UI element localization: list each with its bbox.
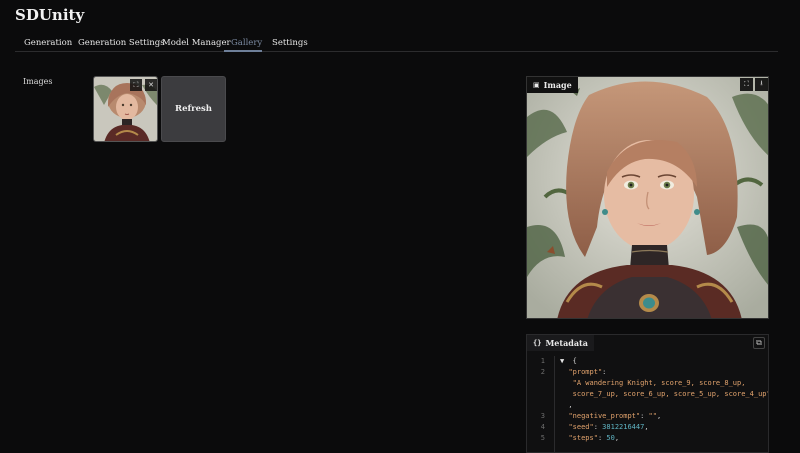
tab-settings[interactable]: Settings	[272, 38, 308, 48]
images-label: Images	[23, 77, 53, 86]
tab-generation[interactable]: Generation	[24, 38, 72, 48]
gallery-thumbnail[interactable]: ⛶ ✕	[93, 76, 158, 142]
json-prompt-line: "A wandering Knight, score_9, score_8_up…	[560, 379, 746, 387]
tab-generation-settings[interactable]: Generation Settings	[78, 38, 165, 48]
fullscreen-icon[interactable]: ⛶	[130, 79, 142, 91]
copy-icon[interactable]: ⧉	[753, 337, 765, 349]
image-panel-label: ▣ Image	[527, 77, 578, 93]
line-number-gutter: 1 2 3 4 5	[527, 356, 551, 444]
line-number: 3	[540, 412, 545, 420]
json-seed-value: 3812216447	[602, 423, 645, 431]
json-prompt-line: score_7_up, score_6_up, score_5_up, scor…	[560, 390, 769, 398]
main-tabs: Generation Generation Settings Model Man…	[15, 36, 778, 52]
gutter-divider	[554, 356, 555, 452]
code-braces-icon: {}	[533, 339, 542, 347]
metadata-panel-label: {} Metadata	[527, 335, 594, 351]
json-steps-value: 50	[606, 434, 615, 442]
tab-gallery[interactable]: Gallery	[231, 38, 262, 48]
json-source: ▼ { "prompt": "A wandering Knight, score…	[560, 357, 769, 442]
metadata-panel-title: Metadata	[545, 338, 588, 348]
json-negative-prompt-value: ""	[648, 412, 657, 420]
image-icon: ▣	[533, 81, 540, 89]
refresh-button[interactable]: Refresh	[161, 76, 226, 142]
line-number: 5	[540, 434, 545, 442]
line-number	[527, 400, 551, 411]
fullscreen-icon[interactable]: ⛶	[740, 78, 753, 91]
app-title: SDUnity	[15, 6, 85, 24]
line-number: 2	[540, 368, 545, 376]
line-number	[527, 378, 551, 389]
download-icon[interactable]: ⭳	[755, 78, 768, 91]
line-number	[527, 389, 551, 400]
image-panel-title: Image	[543, 80, 572, 90]
close-icon[interactable]: ✕	[145, 79, 157, 91]
line-number: 4	[540, 423, 545, 431]
line-number: 1	[540, 357, 545, 365]
metadata-panel: {} Metadata ⧉ 1 2 3 4 5 ▼ { "prompt": "A…	[526, 334, 769, 453]
active-tab-indicator	[224, 50, 262, 52]
tab-model-manager[interactable]: Model Manager	[162, 38, 231, 48]
portrait-image	[527, 77, 768, 318]
image-viewer[interactable]: ▣ Image ⛶ ⭳	[526, 76, 769, 319]
